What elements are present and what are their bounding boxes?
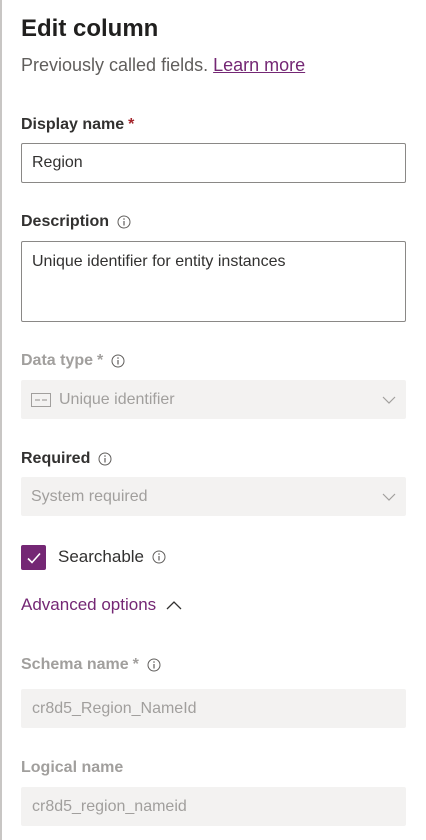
logical-name-value: cr8d5_region_nameid bbox=[32, 797, 187, 815]
display-name-input[interactable]: Region bbox=[21, 143, 406, 183]
required-asterisk: * bbox=[132, 656, 139, 673]
logical-name-field[interactable]: cr8d5_region_nameid bbox=[21, 787, 406, 826]
searchable-label-text: Searchable bbox=[58, 547, 145, 566]
advanced-options-toggle[interactable]: Advanced options bbox=[21, 595, 182, 615]
info-icon[interactable] bbox=[152, 550, 166, 564]
subtitle-text: Previously called fields. bbox=[21, 55, 209, 75]
required-asterisk: * bbox=[128, 116, 135, 133]
display-name-label-text: Display name bbox=[21, 116, 125, 133]
data-type-label-text: Data type bbox=[21, 352, 94, 369]
schema-name-field[interactable]: cr8d5_Region_NameId bbox=[21, 689, 406, 728]
info-icon[interactable] bbox=[117, 215, 131, 229]
description-value: Unique identifier for entity instances bbox=[32, 253, 286, 270]
schema-name-value: cr8d5_Region_NameId bbox=[32, 699, 197, 717]
info-icon[interactable] bbox=[111, 354, 125, 368]
required-asterisk: * bbox=[97, 352, 104, 369]
description-label: Description bbox=[21, 213, 131, 231]
searchable-checkbox[interactable] bbox=[21, 545, 46, 570]
description-label-text: Description bbox=[21, 213, 110, 230]
searchable-label: Searchable bbox=[58, 547, 166, 567]
required-value: System required bbox=[31, 487, 148, 505]
schema-name-label-text: Schema name bbox=[21, 656, 129, 673]
chevron-up-icon bbox=[166, 599, 182, 611]
required-dropdown[interactable]: System required bbox=[21, 477, 406, 516]
info-icon[interactable] bbox=[98, 452, 112, 466]
data-type-label: Data type * bbox=[21, 352, 125, 370]
data-type-value: Unique identifier bbox=[59, 390, 175, 408]
logical-name-label: Logical name bbox=[21, 759, 123, 777]
learn-more-link[interactable]: Learn more bbox=[213, 55, 305, 75]
required-label: Required bbox=[21, 450, 112, 468]
panel-subtitle: Previously called fields. Learn more bbox=[21, 55, 305, 76]
advanced-options-label: Advanced options bbox=[21, 595, 157, 614]
unique-identifier-icon bbox=[31, 392, 51, 407]
required-label-text: Required bbox=[21, 450, 91, 467]
panel-left-border bbox=[0, 0, 2, 840]
chevron-down-icon bbox=[382, 490, 396, 504]
display-name-label: Display name * bbox=[21, 116, 134, 134]
display-name-value: Region bbox=[32, 154, 83, 171]
chevron-down-icon bbox=[382, 393, 396, 407]
panel-title: Edit column bbox=[21, 15, 159, 42]
data-type-dropdown[interactable]: Unique identifier bbox=[21, 380, 406, 419]
schema-name-label: Schema name * bbox=[21, 656, 161, 674]
description-textarea[interactable]: Unique identifier for entity instances bbox=[21, 241, 406, 322]
logical-name-label-text: Logical name bbox=[21, 759, 124, 776]
info-icon[interactable] bbox=[147, 658, 161, 672]
checkmark-icon bbox=[26, 552, 41, 564]
